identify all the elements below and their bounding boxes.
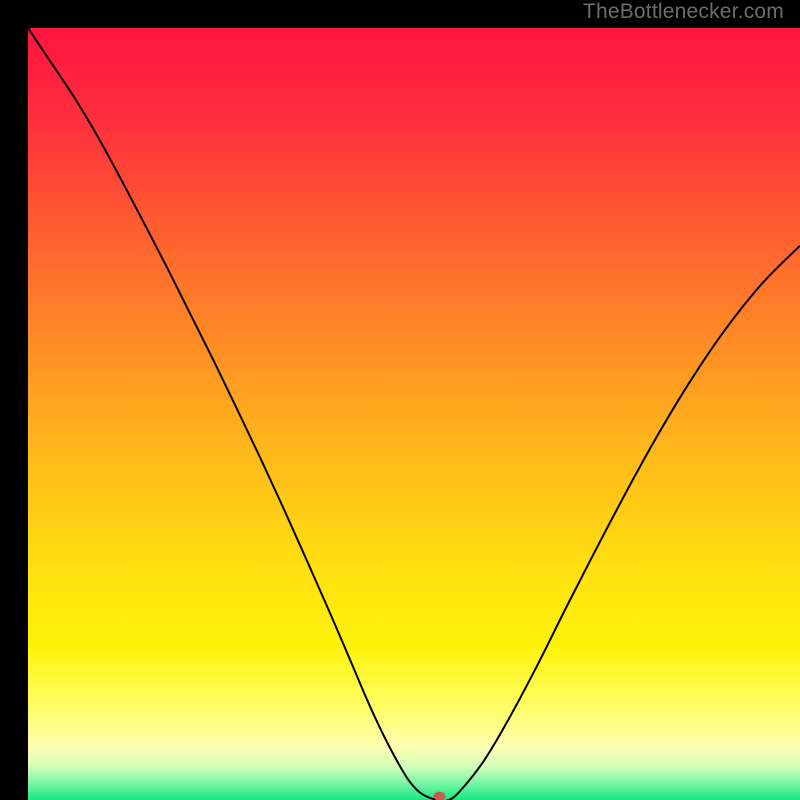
chart-frame [14,14,786,786]
chart-background [28,28,800,800]
watermark-text: TheBottlenecker.com [583,0,784,24]
chart-svg [28,28,800,800]
